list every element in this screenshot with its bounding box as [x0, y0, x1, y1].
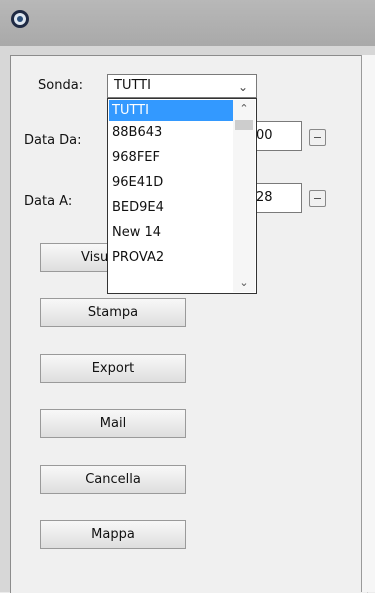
stampa-button[interactable]: Stampa — [40, 298, 186, 327]
export-button[interactable]: Export — [40, 354, 186, 383]
window-titlebar — [0, 0, 375, 46]
chevron-up-icon[interactable]: ⌃ — [233, 100, 255, 118]
dropdown-option[interactable]: 88B643 — [109, 122, 233, 143]
data-a-label: Data A: — [24, 194, 73, 209]
mail-button[interactable]: Mail — [40, 409, 186, 438]
dropdown-option[interactable]: TUTTI — [109, 100, 233, 121]
mappa-button[interactable]: Mappa — [40, 520, 186, 549]
sonda-dropdown-list[interactable]: TUTTI 88B643 968FEF 96E41D BED9E4 New 14… — [107, 98, 257, 294]
calendar-icon[interactable] — [309, 190, 326, 207]
side-divider — [361, 55, 375, 592]
chevron-down-icon[interactable]: ⌄ — [233, 274, 255, 292]
dropdown-option[interactable]: 96E41D — [109, 172, 233, 193]
data-da-field[interactable]: 00 — [252, 121, 302, 151]
cancella-button[interactable]: Cancella — [40, 465, 186, 494]
dropdown-option[interactable]: PROVA2 — [109, 247, 233, 268]
dropdown-option[interactable]: BED9E4 — [109, 197, 233, 218]
chevron-down-icon[interactable]: ⌄ — [238, 80, 248, 94]
sonda-label: Sonda: — [38, 78, 84, 93]
data-da-value-fragment: 00 — [256, 128, 273, 143]
dropdown-option[interactable]: 968FEF — [109, 147, 233, 168]
data-da-label: Data Da: — [24, 133, 82, 148]
dropdown-option[interactable]: New 14 — [109, 222, 233, 243]
data-a-value-fragment: 28 — [256, 190, 273, 205]
sonda-selected-value: TUTTI — [114, 78, 151, 93]
app-icon — [11, 10, 29, 28]
dropdown-scrollbar[interactable]: ⌃ ⌄ — [233, 100, 255, 292]
sonda-select[interactable]: TUTTI ⌄ — [107, 74, 257, 98]
scroll-thumb[interactable] — [235, 120, 253, 130]
calendar-icon[interactable] — [309, 129, 326, 146]
data-a-field[interactable]: 28 — [252, 183, 302, 213]
